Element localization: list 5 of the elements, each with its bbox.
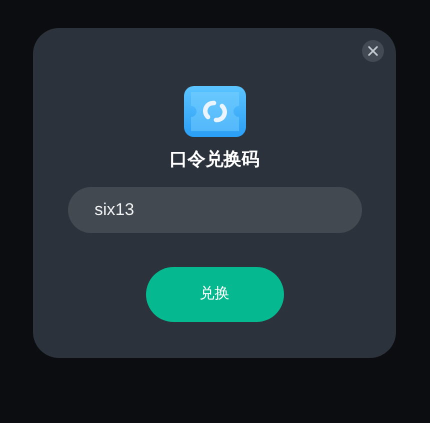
close-icon <box>368 46 378 56</box>
close-button[interactable] <box>362 40 384 62</box>
dialog-title: 口令兑换码 <box>170 148 260 171</box>
code-input-field[interactable]: six13 <box>68 187 362 233</box>
refresh-ticket-icon <box>184 86 246 137</box>
